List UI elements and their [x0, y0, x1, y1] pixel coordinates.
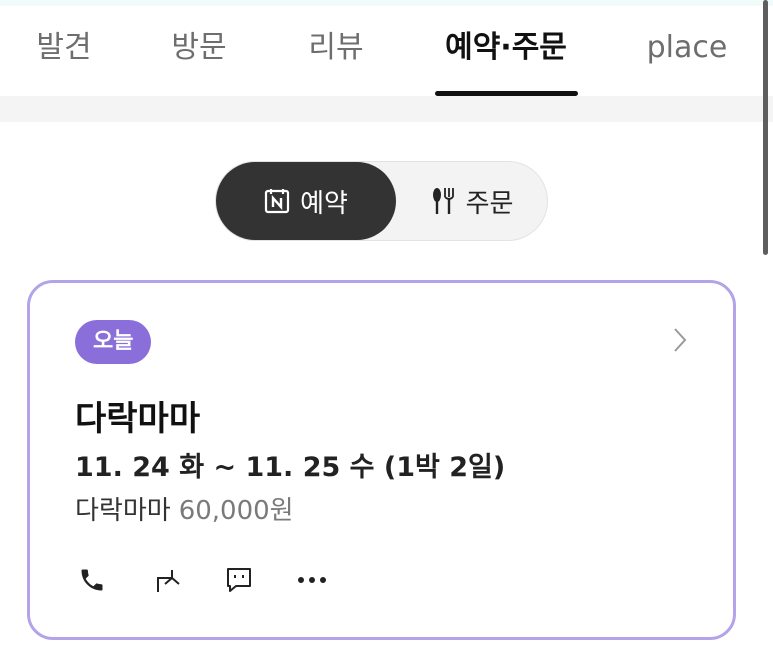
- place-name: 다락마마: [75, 399, 201, 439]
- booking-card[interactable]: 오늘 다락마마 11. 24 화 ~ 11. 25 수 (1박 2일) 다락마마…: [27, 280, 736, 640]
- message-icon[interactable]: [222, 565, 256, 595]
- top-tab-bar: 발견 방문 리뷰 예약·주문 place: [0, 6, 773, 96]
- tab-review[interactable]: 리뷰: [308, 28, 363, 68]
- section-divider: [0, 96, 773, 122]
- reservation-order-toggle: 예약 주문: [215, 161, 548, 241]
- tab-reservation-order[interactable]: 예약·주문: [445, 28, 567, 68]
- naver-calendar-icon: [264, 188, 290, 214]
- tab-visit[interactable]: 방문: [171, 28, 226, 68]
- toggle-reservation-button[interactable]: 예약: [216, 162, 396, 240]
- share-icon[interactable]: [149, 565, 183, 595]
- toggle-order-label: 주문: [465, 188, 514, 219]
- toggle-reservation-label: 예약: [300, 188, 348, 219]
- toggle-order-button[interactable]: 주문: [396, 162, 547, 240]
- booking-detail: 다락마마 60,000원: [75, 490, 294, 527]
- phone-icon[interactable]: [75, 565, 109, 595]
- tab-discover[interactable]: 발견: [36, 28, 91, 68]
- more-icon[interactable]: [295, 565, 329, 595]
- chevron-right-icon[interactable]: [672, 327, 688, 357]
- fork-knife-icon: [430, 187, 456, 215]
- booking-dates: 11. 24 화 ~ 11. 25 수 (1박 2일): [75, 452, 506, 483]
- item-price: 60,000원: [178, 496, 294, 526]
- item-name: 다락마마: [75, 496, 171, 526]
- tab-place[interactable]: place: [647, 28, 728, 68]
- today-badge: 오늘: [75, 320, 152, 364]
- scrollbar[interactable]: [763, 0, 768, 255]
